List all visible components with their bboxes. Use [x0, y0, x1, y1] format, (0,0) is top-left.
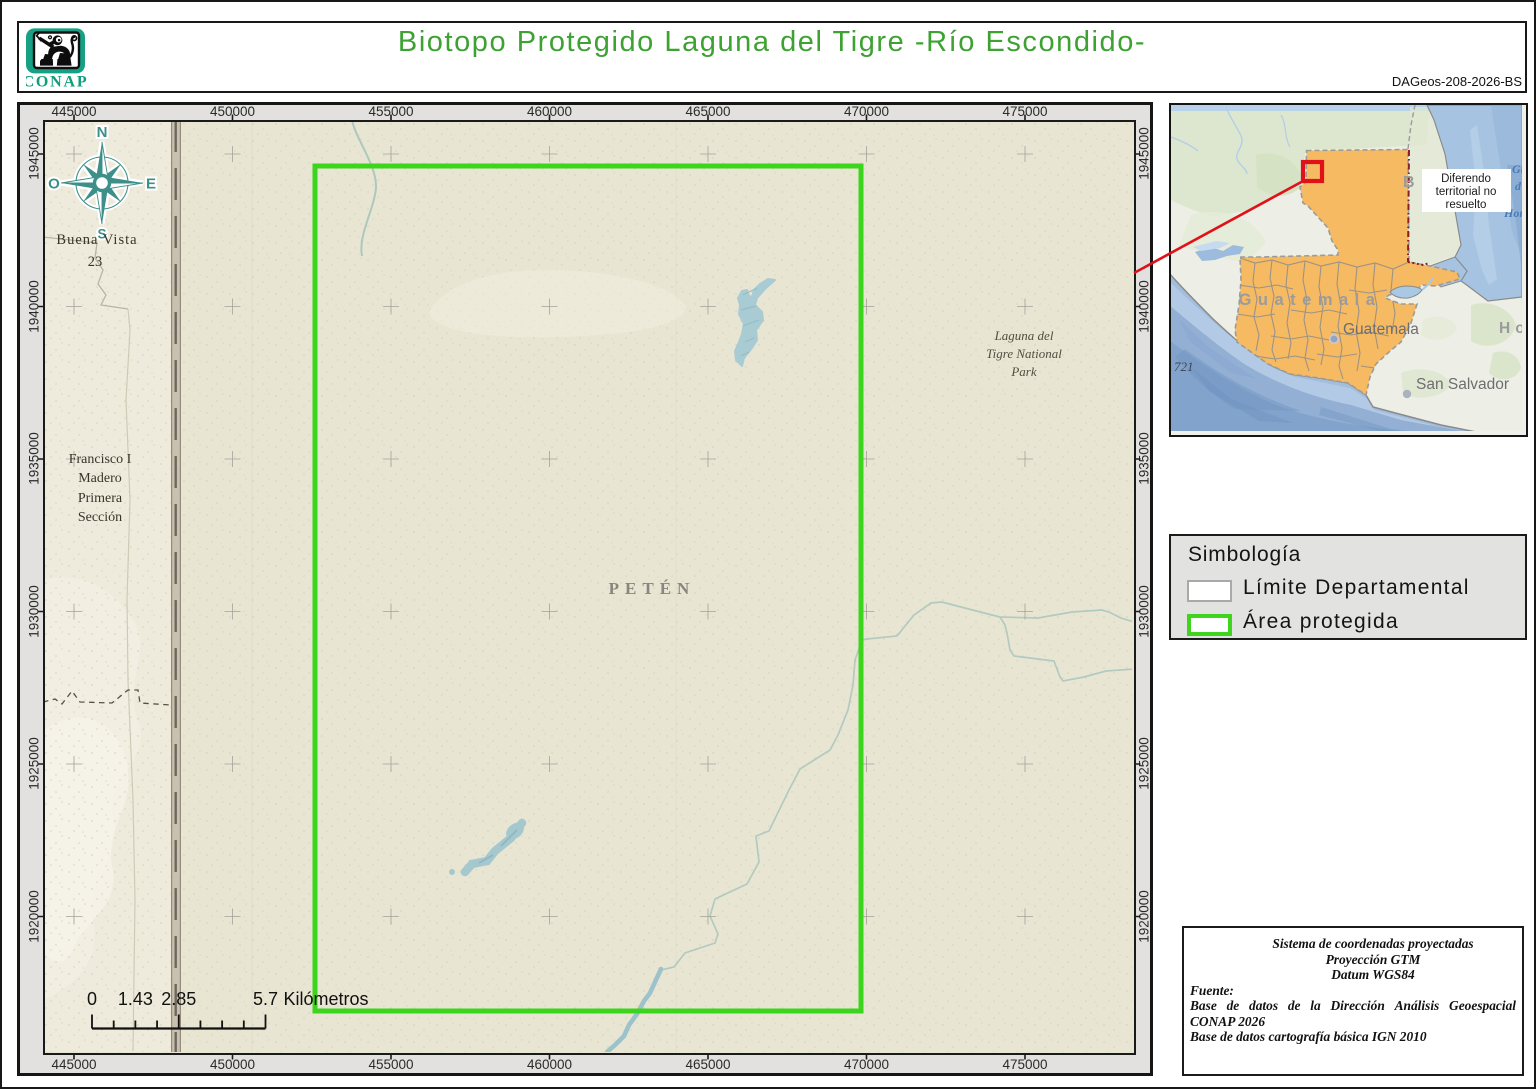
svg-text:Guatemala: Guatemala: [1343, 321, 1419, 338]
svg-text:B: B: [1403, 174, 1415, 191]
svg-text:San Salvador: San Salvador: [1416, 376, 1509, 393]
svg-text:CONAP: CONAP: [26, 74, 88, 91]
svg-text:d: d: [1515, 179, 1522, 193]
svg-text:Diferendo: Diferendo: [1441, 173, 1491, 185]
svg-text:721: 721: [1174, 359, 1194, 374]
svg-text:resuelto: resuelto: [1446, 199, 1487, 211]
svg-text:Ho: Ho: [1499, 320, 1522, 337]
svg-text:Gu: Gu: [1512, 162, 1522, 176]
svg-text:territorial no: territorial no: [1436, 186, 1497, 198]
svg-text:Guatemala: Guatemala: [1239, 291, 1382, 309]
